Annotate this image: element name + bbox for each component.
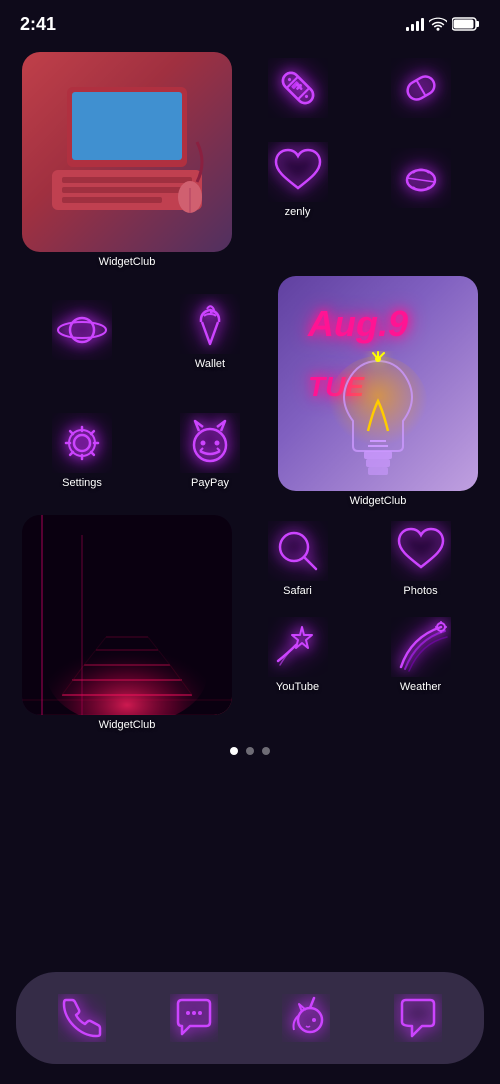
status-bar: 2:41	[0, 0, 500, 44]
planet-icon	[52, 300, 112, 360]
capsule-icon	[391, 58, 451, 118]
dot-3[interactable]	[262, 747, 270, 755]
calendar-widget-label: WidgetClub	[278, 495, 478, 507]
home-screen: WidgetClub .bandaid-glow { filter: drop-…	[0, 44, 500, 755]
weather-icon-cell[interactable]: Weather	[363, 611, 478, 699]
icecream-icon-cell[interactable]: Wallet	[150, 276, 270, 388]
settings-label: Settings	[62, 477, 102, 489]
dock-unicorn[interactable]	[274, 986, 338, 1050]
status-time: 2:41	[20, 14, 56, 35]
dock-speech[interactable]	[386, 986, 450, 1050]
youtube-label: YouTube	[276, 681, 319, 693]
devil-icon-cell[interactable]: PayPay	[150, 396, 270, 508]
wallet-label: Wallet	[195, 358, 225, 370]
shooting-star-icon	[268, 617, 328, 677]
photos-icon-cell[interactable]: Photos	[363, 515, 478, 603]
retro-laptop-widget[interactable]	[22, 52, 232, 252]
unicorn-icon	[282, 994, 330, 1042]
status-icons	[406, 17, 480, 31]
bandaid-icon: .bandaid-glow { filter: drop-shadow(0 0 …	[268, 58, 328, 118]
stairs-illustration	[22, 515, 232, 715]
laptop-illustration	[42, 82, 212, 222]
capsule-icon-cell[interactable]	[363, 52, 478, 128]
phone-icon	[58, 994, 106, 1042]
section3-icons: Safari Photos	[240, 515, 478, 731]
bulb-widget-inner: Aug.9 TUE	[278, 276, 478, 491]
weather-label: Weather	[400, 681, 441, 693]
chat-bubble-icon	[170, 994, 218, 1042]
candy-icon-cell[interactable]	[363, 136, 478, 224]
youtube-icon-cell[interactable]: YouTube	[240, 611, 355, 699]
bandaid-icon-cell[interactable]: .bandaid-glow { filter: drop-shadow(0 0 …	[240, 52, 355, 128]
widget-club-3[interactable]: WidgetClub	[22, 515, 232, 731]
dock	[16, 972, 484, 1064]
page-dots	[16, 747, 484, 755]
widget-club-1[interactable]: WidgetClub	[22, 52, 232, 268]
safari-label: Safari	[283, 585, 312, 597]
speech-icon	[394, 994, 442, 1042]
candy-icon	[391, 148, 451, 208]
signal-icon	[406, 17, 424, 31]
heart-neon-icon	[268, 142, 328, 202]
section1-icons: .bandaid-glow { filter: drop-shadow(0 0 …	[240, 52, 478, 268]
magnifier-icon	[268, 521, 328, 581]
stairs-widget	[22, 515, 232, 715]
heart-outline-icon	[391, 521, 451, 581]
section3: WidgetClub Safari Ph	[16, 515, 484, 731]
safari-icon-cell[interactable]: Safari	[240, 515, 355, 603]
lightbulb-illustration	[298, 351, 458, 491]
rainbow-icon	[391, 617, 451, 677]
icecream-icon	[180, 294, 240, 354]
settings-icon-cell[interactable]: Settings	[22, 396, 142, 508]
gear-icon	[52, 413, 112, 473]
wifi-icon	[429, 17, 447, 31]
battery-icon	[452, 17, 480, 31]
calendar-date: Aug.9	[308, 306, 408, 342]
widget3-label: WidgetClub	[22, 719, 232, 731]
dock-phone[interactable]	[50, 986, 114, 1050]
zenly-label: zenly	[285, 206, 311, 218]
calendar-widget[interactable]: Aug.9 TUE	[278, 276, 478, 507]
section1: WidgetClub .bandaid-glow { filter: drop-…	[16, 52, 484, 268]
dot-1[interactable]	[230, 747, 238, 755]
section2: Wallet Settings	[16, 276, 484, 507]
heart-icon-cell[interactable]: zenly	[240, 136, 355, 224]
paypay-label: PayPay	[191, 477, 229, 489]
planet-icon-cell[interactable]	[22, 276, 142, 388]
photos-label: Photos	[403, 585, 437, 597]
section2-icons: Wallet Settings	[22, 276, 270, 507]
devil-icon	[180, 413, 240, 473]
dock-messages[interactable]	[162, 986, 226, 1050]
dot-2[interactable]	[246, 747, 254, 755]
widget1-label: WidgetClub	[22, 256, 232, 268]
